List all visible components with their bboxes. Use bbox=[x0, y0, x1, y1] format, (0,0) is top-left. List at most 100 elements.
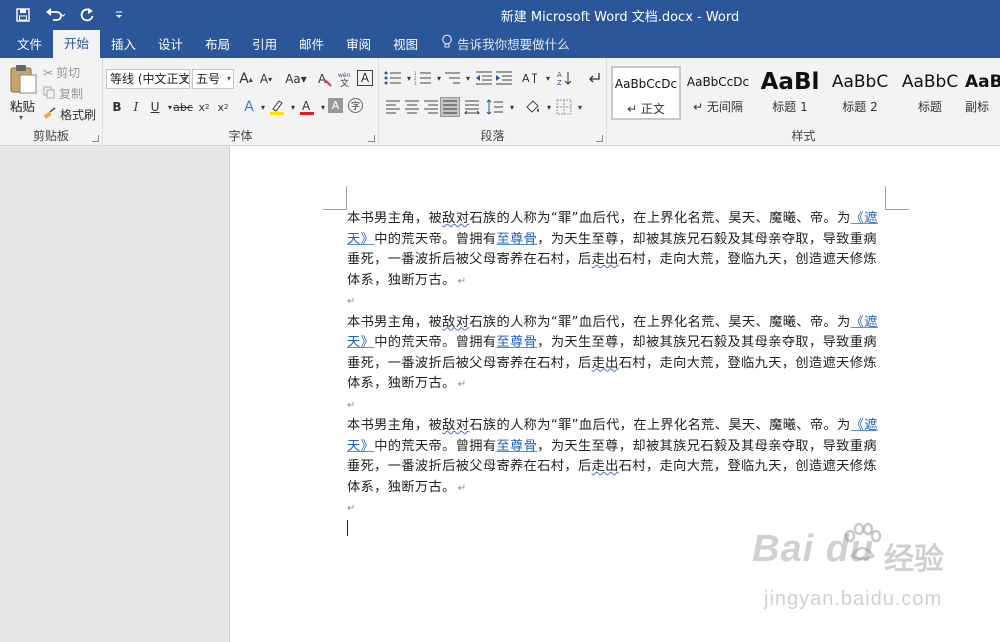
font-group: 等线 (中文正文) ▾ 五号 ▾ A ▴ A ▾ Aa▾ A wén 文 A B I U … bbox=[103, 58, 379, 146]
chinese-layout-icon[interactable]: A bbox=[522, 69, 540, 87]
superscript-icon[interactable]: x2 bbox=[214, 98, 232, 116]
paragraph-mark-icon: ↵ bbox=[457, 482, 467, 494]
tab-view[interactable]: 视图 bbox=[382, 32, 429, 58]
window-title: 新建 Microsoft Word 文档.docx - Word bbox=[500, 10, 740, 25]
tab-file[interactable]: 文件 bbox=[6, 32, 53, 58]
style-no-spacing-sample: AaBbCcDc bbox=[686, 75, 750, 89]
paragraph-1[interactable]: 本书男主角，被敌对石族的人称为“罪”血后代，在上界化名荒、昊天、魔曦、帝。为《遮… bbox=[347, 209, 887, 292]
tab-references[interactable]: 引用 bbox=[241, 32, 288, 58]
tell-me-box[interactable]: 告诉我你想要做什么 bbox=[429, 32, 570, 58]
tab-design[interactable]: 设计 bbox=[147, 32, 194, 58]
line-spacing-dropdown-icon[interactable]: ▾ bbox=[503, 98, 521, 116]
cut-button[interactable]: ✂ 剪切 bbox=[43, 64, 80, 81]
lightbulb-icon bbox=[441, 32, 453, 58]
borders-dropdown-icon[interactable]: ▾ bbox=[571, 98, 589, 116]
style-title-sample: AaBbC bbox=[901, 72, 959, 92]
paragraph-launcher-icon[interactable] bbox=[596, 135, 603, 142]
font-size-dropdown[interactable]: 五号 ▾ bbox=[192, 69, 234, 89]
empty-paragraph: ↵ bbox=[347, 399, 356, 411]
font-size-caret-icon: ▾ bbox=[226, 74, 231, 83]
font-name-value: 等线 (中文正文) bbox=[110, 72, 190, 86]
tell-me-text: 告诉我你想要做什么 bbox=[457, 37, 570, 52]
show-marks-icon[interactable] bbox=[584, 69, 602, 87]
style-heading-2[interactable]: AaBbC 标题 2 bbox=[825, 66, 895, 120]
copy-label: 复制 bbox=[59, 87, 84, 101]
ribbon-tabs: 文件 开始 插入 设计 布局 引用 邮件 审阅 视图 告诉我你想要做什么 bbox=[0, 30, 1000, 58]
character-shading-icon[interactable]: A bbox=[328, 98, 343, 113]
text-cursor bbox=[347, 519, 348, 536]
style-normal-sample: AaBbCcDc bbox=[614, 77, 678, 91]
format-painter-button[interactable]: 格式刷 bbox=[43, 106, 96, 123]
bold-icon[interactable]: B bbox=[108, 98, 126, 116]
empty-paragraph: ↵ bbox=[347, 503, 356, 514]
clipboard-group-label: 剪贴板 bbox=[32, 129, 69, 143]
font-group-label: 字体 bbox=[228, 129, 253, 143]
svg-text:Z: Z bbox=[557, 79, 562, 86]
style-no-spacing[interactable]: AaBbCcDc ↵ 无间隔 bbox=[683, 66, 753, 120]
document-body[interactable]: 本书男主角，被敌对石族的人称为“罪”血后代，在上界化名荒、昊天、魔曦、帝。为《遮… bbox=[347, 209, 887, 540]
style-heading-1-name: 标题 1 bbox=[772, 100, 808, 114]
link-zhizungu[interactable]: 至尊骨 bbox=[496, 335, 537, 350]
sort-icon[interactable]: AZ bbox=[556, 69, 574, 87]
svg-text:A: A bbox=[557, 71, 562, 79]
align-center-icon[interactable] bbox=[403, 98, 421, 116]
paragraph-group: ▾ 123 ▾ ▾ A ▾ AZ ▾ ▾ ▾ 段落 bbox=[379, 58, 607, 146]
italic-icon[interactable]: I bbox=[127, 98, 145, 116]
font-size-value: 五号 bbox=[196, 72, 221, 86]
character-border-icon[interactable]: A bbox=[357, 70, 373, 86]
document-page[interactable]: 本书男主角，被敌对石族的人称为“罪”血后代，在上界化名荒、昊天、魔曦、帝。为《遮… bbox=[229, 146, 1000, 642]
style-title[interactable]: AaBbC 标题 bbox=[895, 66, 965, 120]
paintbrush-icon bbox=[43, 106, 57, 123]
align-right-icon[interactable] bbox=[422, 98, 440, 116]
format-painter-label: 格式刷 bbox=[60, 108, 97, 122]
link-zhizungu[interactable]: 至尊骨 bbox=[496, 232, 537, 247]
clear-formatting-icon[interactable]: A bbox=[316, 70, 334, 88]
distributed-icon[interactable] bbox=[463, 98, 481, 116]
style-no-spacing-name: ↵ 无间隔 bbox=[693, 100, 743, 114]
ribbon: 粘贴 ▾ ✂ 剪切 复制 格式刷 剪贴板 等线 (中文正文) ▾ 五号 ▾ A ▴ A ▾… bbox=[0, 58, 1000, 146]
copy-button[interactable]: 复制 bbox=[43, 85, 83, 102]
tab-mailings[interactable]: 邮件 bbox=[288, 32, 335, 58]
subscript-icon[interactable]: x2 bbox=[195, 98, 213, 116]
justify-icon[interactable] bbox=[440, 97, 460, 117]
line-spacing-icon[interactable] bbox=[486, 98, 504, 116]
watermark-brand: 经验 bbox=[884, 542, 944, 577]
shrink-font-icon[interactable]: A ▾ bbox=[257, 70, 275, 88]
svg-text:A: A bbox=[318, 72, 327, 86]
style-subtitle-sample: AaBb bbox=[965, 72, 1000, 92]
clipboard-launcher-icon[interactable] bbox=[92, 135, 99, 142]
increase-indent-icon[interactable] bbox=[495, 69, 513, 87]
style-subtitle[interactable]: AaBb 副标 bbox=[965, 66, 1000, 120]
style-title-name: 标题 bbox=[917, 100, 942, 114]
style-heading-1[interactable]: AaBl 标题 1 bbox=[755, 66, 825, 120]
align-left-icon[interactable] bbox=[384, 98, 402, 116]
tab-insert[interactable]: 插入 bbox=[100, 32, 147, 58]
scissors-icon: ✂ bbox=[43, 65, 54, 80]
paste-dropdown-icon: ▾ bbox=[19, 113, 24, 122]
link-zhizungu[interactable]: 至尊骨 bbox=[496, 439, 537, 454]
paragraph-2[interactable]: 本书男主角，被敌对石族的人称为“罪”血后代，在上界化名荒、昊天、魔曦、帝。为《遮… bbox=[347, 313, 887, 396]
decrease-indent-icon[interactable] bbox=[475, 69, 493, 87]
copy-icon bbox=[43, 86, 56, 102]
title-bar: 新建 Microsoft Word 文档.docx - Word bbox=[0, 0, 1000, 30]
tab-layout[interactable]: 布局 bbox=[194, 32, 241, 58]
font-name-dropdown[interactable]: 等线 (中文正文) ▾ bbox=[106, 69, 190, 89]
chinese-layout-dropdown-icon[interactable]: ▾ bbox=[539, 69, 557, 87]
tab-review[interactable]: 审阅 bbox=[335, 32, 382, 58]
tab-home[interactable]: 开始 bbox=[53, 30, 101, 58]
style-normal[interactable]: AaBbCcDc ↵ 正文 bbox=[611, 66, 681, 120]
paragraph-3[interactable]: 本书男主角，被敌对石族的人称为“罪”血后代，在上界化名荒、昊天、魔曦、帝。为《遮… bbox=[347, 416, 887, 499]
strikethrough-icon[interactable]: abc bbox=[173, 98, 193, 116]
paste-button[interactable]: 粘贴 ▾ bbox=[6, 64, 40, 122]
font-launcher-icon[interactable] bbox=[368, 135, 375, 142]
enclose-characters-icon[interactable]: 字 bbox=[348, 98, 363, 113]
phonetic-guide-icon[interactable]: wén 文 bbox=[336, 70, 354, 88]
style-normal-name: ↵ 正文 bbox=[627, 102, 665, 116]
paragraph-group-label: 段落 bbox=[480, 129, 505, 143]
change-case-icon[interactable]: Aa▾ bbox=[283, 70, 309, 88]
paragraph-mark-icon: ↵ bbox=[457, 275, 467, 287]
watermark-url: jingyan.baidu.com bbox=[764, 588, 943, 610]
crop-mark-top-left bbox=[323, 186, 347, 210]
cut-label: 剪切 bbox=[56, 66, 81, 80]
grow-font-icon[interactable]: A ▴ bbox=[237, 70, 255, 88]
